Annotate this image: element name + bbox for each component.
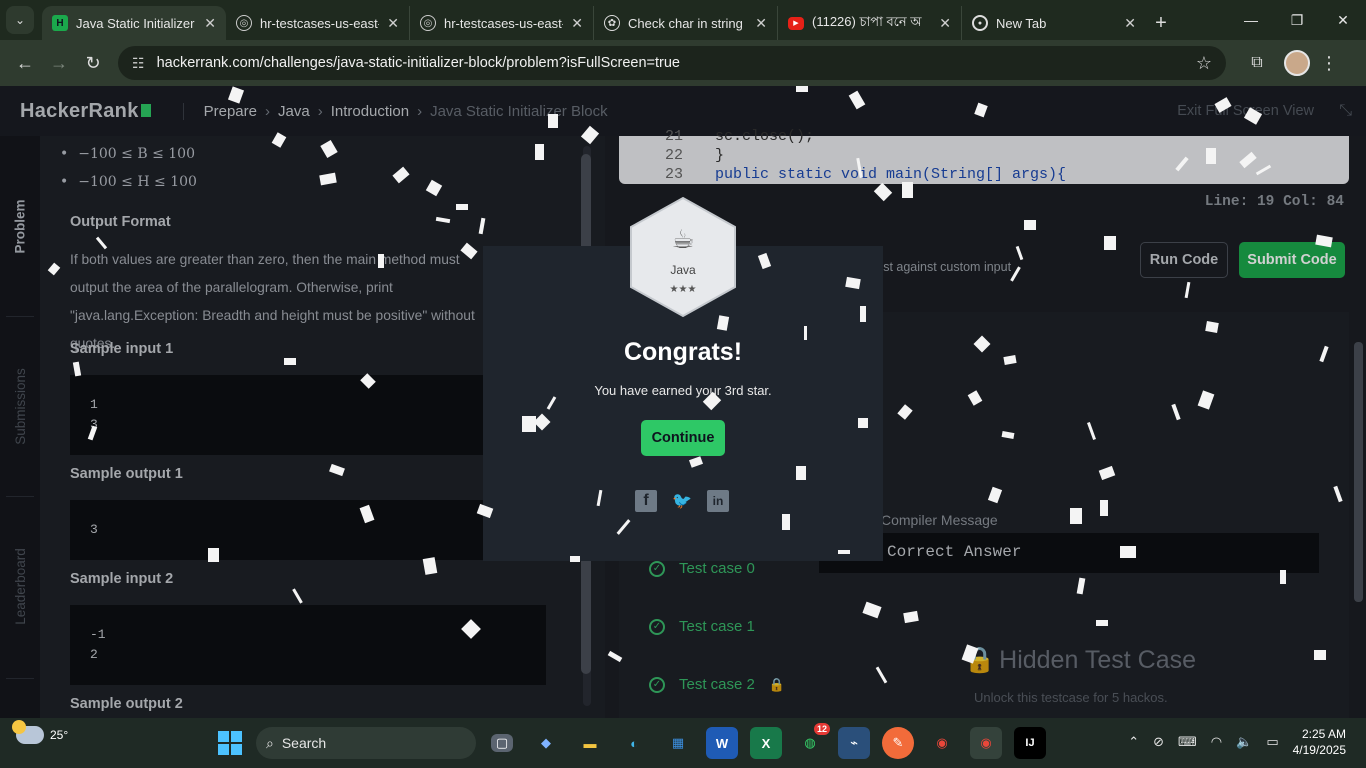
whatsapp-icon[interactable]: ◍ 12 bbox=[794, 723, 830, 759]
keyboard-icon[interactable]: ⌨ bbox=[1178, 734, 1197, 750]
notification-badge: 12 bbox=[813, 723, 830, 735]
chrome-icon[interactable]: ◉ bbox=[926, 727, 958, 759]
tab-title: hr-testcases-us-east- bbox=[444, 15, 564, 31]
youtube-icon: ▶ bbox=[788, 16, 804, 30]
close-tab-icon[interactable]: ✕ bbox=[571, 15, 583, 32]
word-icon[interactable]: W bbox=[706, 727, 738, 759]
tab-title: Check char in string bbox=[628, 15, 743, 31]
browser-tab[interactable]: ✿ Check char in string ✕ bbox=[594, 6, 778, 40]
share-buttons: f 🐦 in bbox=[635, 490, 729, 512]
minimize-icon[interactable]: — bbox=[1228, 0, 1274, 40]
chrome-icon: ● bbox=[972, 15, 988, 31]
chevron-up-icon[interactable]: ⌃ bbox=[1128, 734, 1139, 750]
url-text: hackerrank.com/challenges/java-static-in… bbox=[156, 55, 680, 71]
partly-cloudy-icon bbox=[12, 720, 44, 744]
task-view-icon[interactable]: ▢ bbox=[491, 734, 513, 752]
battery-icon[interactable]: ▭ bbox=[1266, 734, 1278, 750]
java-star-badge: ☕ Java ★★★ bbox=[630, 196, 736, 318]
clock-date: 4/19/2025 bbox=[1292, 743, 1346, 757]
taskbar-apps: ▢ ◆ ▬ ◐ ▦ W X ◍ 12 ⌁ ✎ ◉ ◉ IJ bbox=[486, 723, 1046, 759]
facebook-icon[interactable]: f bbox=[635, 490, 657, 512]
tab-title: (11226) চাপা বনে অ bbox=[812, 13, 922, 29]
copilot-icon[interactable]: ◆ bbox=[530, 727, 562, 759]
weather-widget[interactable]: 25° bbox=[12, 720, 69, 744]
badge-label: Java bbox=[670, 263, 696, 277]
continue-button[interactable]: Continue bbox=[641, 420, 725, 456]
chatgpt-icon: ✿ bbox=[604, 15, 620, 31]
hackerrank-icon: H bbox=[52, 15, 68, 31]
new-tab-button[interactable]: + bbox=[1146, 6, 1176, 40]
search-placeholder: Search bbox=[281, 735, 327, 751]
congrats-message: You have earned your 3rd star. bbox=[594, 383, 772, 398]
forward-icon[interactable]: → bbox=[42, 46, 76, 80]
browser-tab[interactable]: ● New Tab ✕ bbox=[962, 6, 1146, 40]
browser-tab[interactable]: H Java Static Initializer B ✕ bbox=[42, 6, 226, 40]
bookmark-star-icon[interactable]: ☆ bbox=[1196, 53, 1212, 74]
volume-icon[interactable]: 🔈 bbox=[1236, 734, 1252, 750]
temperature: 25° bbox=[50, 728, 69, 742]
url-field[interactable]: ☷ hackerrank.com/challenges/java-static-… bbox=[118, 46, 1226, 80]
taskbar-search-input[interactable]: ⌕ Search bbox=[256, 727, 476, 759]
microsoft-store-icon[interactable]: ▦ bbox=[662, 727, 694, 759]
chrome-profile-icon[interactable]: ◉ bbox=[970, 727, 1002, 759]
mysql-workbench-icon[interactable]: ⌁ bbox=[838, 727, 870, 759]
globe-icon: ◎ bbox=[236, 15, 252, 31]
tab-search-button[interactable]: ⌄ bbox=[6, 6, 34, 34]
system-tray: ⌃ ⊘ ⌨ ◠ 🔈 ▭ 2:25 AM 4/19/2025 bbox=[1128, 726, 1346, 758]
window-controls: — ❐ ✕ bbox=[1228, 0, 1366, 40]
excel-icon[interactable]: X bbox=[750, 727, 782, 759]
close-tab-icon[interactable]: ✕ bbox=[755, 15, 767, 32]
back-icon[interactable]: ← bbox=[8, 46, 42, 80]
java-cup-icon: ☕ bbox=[671, 224, 694, 254]
address-bar: ← → ↻ ☷ hackerrank.com/challenges/java-s… bbox=[0, 40, 1366, 86]
menu-icon[interactable]: ⋮ bbox=[1320, 53, 1338, 74]
windows-start-icon[interactable] bbox=[218, 731, 242, 755]
wifi-icon[interactable]: ◠ bbox=[1211, 734, 1222, 750]
profile-avatar[interactable] bbox=[1284, 50, 1310, 76]
twitter-icon[interactable]: 🐦 bbox=[671, 490, 693, 512]
close-tab-icon[interactable]: ✕ bbox=[939, 15, 951, 32]
intellij-icon[interactable]: IJ bbox=[1014, 727, 1046, 759]
clock-time: 2:25 AM bbox=[1301, 727, 1346, 741]
tab-title: hr-testcases-us-east- bbox=[260, 15, 380, 31]
globe-icon: ◎ bbox=[420, 15, 436, 31]
tab-title: New Tab bbox=[996, 15, 1047, 31]
extensions-icon[interactable]: ⧉ bbox=[1240, 46, 1274, 80]
site-info-icon[interactable]: ☷ bbox=[132, 55, 145, 72]
reload-icon[interactable]: ↻ bbox=[76, 46, 110, 80]
close-tab-icon[interactable]: ✕ bbox=[387, 15, 399, 32]
close-tab-icon[interactable]: ✕ bbox=[204, 15, 216, 32]
edge-icon[interactable]: ◐ bbox=[618, 727, 650, 759]
browser-tab-strip: ⌄ H Java Static Initializer B ✕ ◎ hr-tes… bbox=[0, 0, 1366, 40]
file-explorer-icon[interactable]: ▬ bbox=[574, 727, 606, 759]
clock[interactable]: 2:25 AM 4/19/2025 bbox=[1293, 726, 1346, 758]
congrats-title: Congrats! bbox=[623, 338, 743, 366]
postman-icon[interactable]: ✎ bbox=[882, 727, 914, 759]
badge-stars: ★★★ bbox=[670, 284, 697, 295]
search-icon: ⌕ bbox=[266, 734, 274, 751]
browser-tab[interactable]: ◎ hr-testcases-us-east- ✕ bbox=[410, 6, 594, 40]
browser-tab[interactable]: ▶ (11226) চাপা বনে অ ✕ bbox=[778, 6, 962, 40]
tab-title: Java Static Initializer B bbox=[76, 15, 197, 31]
browser-tab[interactable]: ◎ hr-testcases-us-east- ✕ bbox=[226, 6, 410, 40]
taskbar: 25° ⌕ Search ▢ ◆ ▬ ◐ ▦ W X ◍ 12 ⌁ ✎ ◉ ◉ I… bbox=[0, 718, 1366, 768]
close-tab-icon[interactable]: ✕ bbox=[1124, 15, 1136, 32]
restore-icon[interactable]: ❐ bbox=[1274, 0, 1320, 40]
linkedin-icon[interactable]: in bbox=[707, 490, 729, 512]
close-window-icon[interactable]: ✕ bbox=[1320, 0, 1366, 40]
network-off-icon[interactable]: ⊘ bbox=[1153, 734, 1164, 750]
